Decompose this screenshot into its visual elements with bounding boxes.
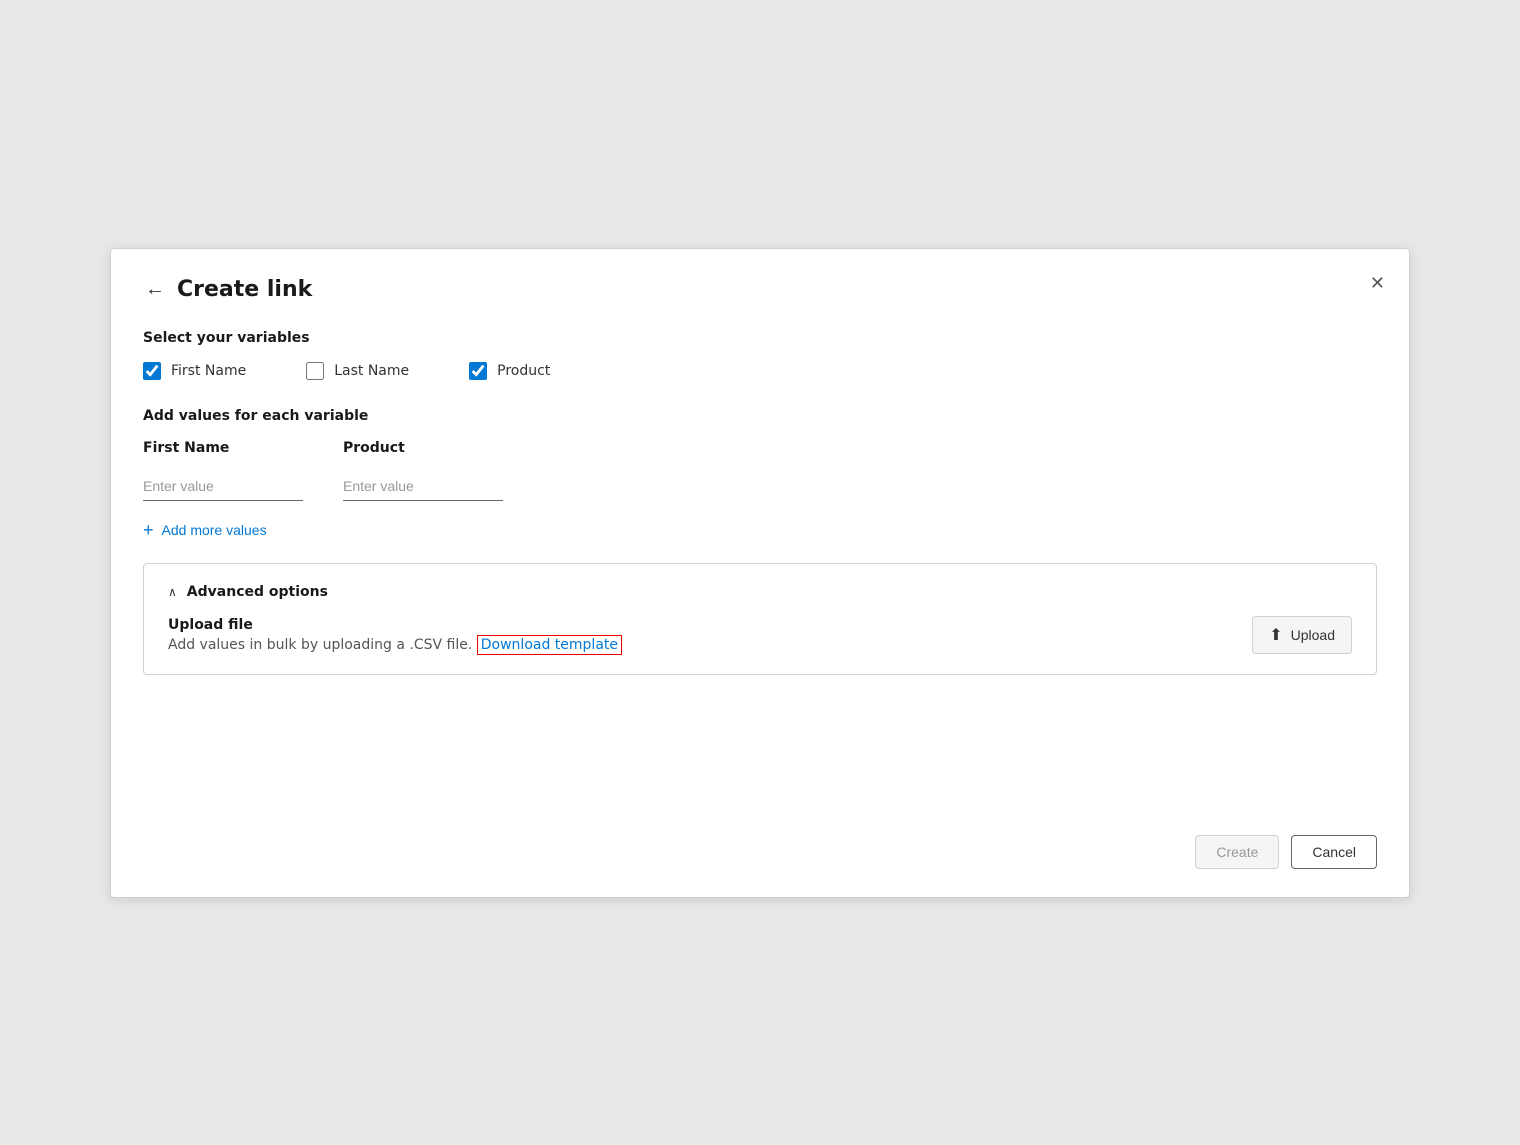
checkbox-last-name[interactable]: Last Name — [306, 362, 409, 380]
plus-icon: + — [143, 521, 154, 539]
download-template-link[interactable]: Download template — [477, 635, 622, 655]
checkbox-first-name[interactable]: First Name — [143, 362, 246, 380]
checkbox-first-name-label: First Name — [171, 363, 246, 379]
upload-info: Upload file Add values in bulk by upload… — [168, 617, 622, 653]
add-more-values-button[interactable]: + Add more values — [143, 521, 267, 539]
add-more-label: Add more values — [162, 522, 267, 538]
upload-button-label: Upload — [1291, 627, 1335, 643]
advanced-section: ∧ Advanced options Upload file Add value… — [143, 563, 1377, 675]
checkbox-product[interactable]: Product — [469, 362, 550, 380]
upload-button[interactable]: ⬆ Upload — [1252, 616, 1352, 654]
checkbox-last-name-label: Last Name — [334, 363, 409, 379]
create-button[interactable]: Create — [1195, 835, 1279, 869]
dialog: ← Create link ✕ Select your variables Fi… — [110, 248, 1410, 898]
advanced-title: Advanced options — [187, 584, 328, 600]
variables-section: Select your variables First Name Last Na… — [143, 330, 1377, 380]
values-section: Add values for each variable First Name … — [143, 408, 1377, 539]
dialog-title: Create link — [177, 277, 312, 302]
back-arrow-icon: ← — [145, 279, 165, 299]
checkbox-row: First Name Last Name Product — [143, 362, 1377, 380]
product-input[interactable] — [343, 472, 503, 501]
column-headers: First Name Product — [143, 440, 1377, 456]
input-row — [143, 472, 1377, 501]
dialog-footer: Create Cancel — [1195, 835, 1377, 869]
upload-file-label: Upload file — [168, 617, 622, 633]
upload-description-text: Add values in bulk by uploading a .CSV f… — [168, 637, 472, 653]
dialog-header: ← Create link — [143, 277, 1377, 302]
checkbox-product-label: Product — [497, 363, 550, 379]
checkbox-last-name-input[interactable] — [306, 362, 324, 380]
column-header-first-name: First Name — [143, 440, 303, 456]
upload-row: Upload file Add values in bulk by upload… — [168, 616, 1352, 654]
column-header-product: Product — [343, 440, 503, 456]
upload-description: Add values in bulk by uploading a .CSV f… — [168, 637, 622, 653]
checkbox-product-input[interactable] — [469, 362, 487, 380]
checkbox-first-name-input[interactable] — [143, 362, 161, 380]
values-section-label: Add values for each variable — [143, 408, 1377, 424]
chevron-up-icon: ∧ — [168, 585, 177, 599]
overlay: ← Create link ✕ Select your variables Fi… — [0, 0, 1520, 1145]
variables-section-label: Select your variables — [143, 330, 1377, 346]
first-name-input[interactable] — [143, 472, 303, 501]
close-button[interactable]: ✕ — [1366, 269, 1389, 298]
advanced-header[interactable]: ∧ Advanced options — [168, 584, 1352, 600]
cancel-button[interactable]: Cancel — [1291, 835, 1377, 869]
close-icon: ✕ — [1370, 273, 1385, 294]
upload-icon: ⬆ — [1269, 625, 1282, 645]
back-button[interactable]: ← — [143, 277, 167, 301]
